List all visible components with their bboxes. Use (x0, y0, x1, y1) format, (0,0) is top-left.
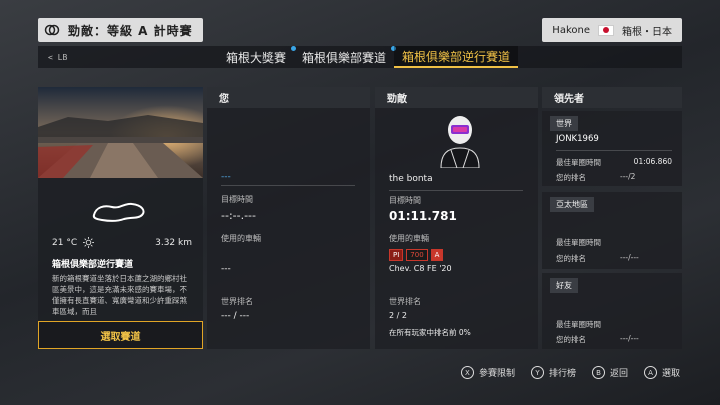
tab-label: 箱根俱樂部逆行賽道 (402, 49, 511, 64)
pi-label: PI (389, 249, 404, 261)
rival-world-rank-label: 世界排名 (389, 297, 421, 306)
track-tabs: < LB 箱根大獎賽 箱根俱樂部賽道 箱根俱樂部逆行賽道 (38, 46, 682, 68)
hint-label: 返回 (609, 369, 628, 379)
japan-flag-icon (598, 24, 614, 36)
asia-rank: ---/--- (620, 253, 639, 262)
leaderboard-friends[interactable]: 好友 最佳單圈時間 您的排名 ---/--- (542, 273, 682, 349)
top-bar: 勁敵：等級 A 計時賽 Hakone 箱根・日本 (38, 18, 682, 42)
world-label: 世界 (550, 116, 578, 131)
tab-hakone-club-reverse[interactable]: 箱根俱樂部逆行賽道 (394, 46, 519, 68)
you-car: --- (221, 264, 231, 274)
rival-header: 勁敵 (375, 87, 538, 108)
divider (221, 185, 355, 186)
you-car-label: 使用的車輛 (221, 234, 261, 243)
divider (556, 150, 672, 151)
hint-entry-restrictions[interactable]: X 參賽限制 (460, 366, 515, 379)
temperature: 21 °C (52, 237, 78, 248)
pi-value: 700 (406, 249, 428, 261)
world-rank-label: 您的排名 (556, 173, 586, 182)
you-header: 您 (207, 87, 370, 108)
world-best-lap-label: 最佳單圈時間 (556, 158, 601, 167)
rival-car: Chev. C8 FE '20 (389, 264, 452, 273)
asia-rank-label: 您的排名 (556, 254, 586, 263)
leaderboard-world[interactable]: 世界 JONK1969 最佳單圈時間 01:06.860 您的排名 ---/2 (542, 111, 682, 186)
hint-leaderboard[interactable]: Y 排行榜 (530, 366, 576, 379)
y-button-icon: Y (530, 366, 544, 379)
sun-icon (83, 237, 95, 248)
friends-best-lap-label: 最佳單圈時間 (556, 320, 601, 329)
world-best-lap: 01:06.860 (633, 157, 672, 166)
tab-hakone-club[interactable]: 箱根俱樂部賽道 (294, 46, 397, 68)
hint-label: 選取 (661, 369, 680, 379)
track-length: 3.32 km (155, 237, 192, 248)
you-player-name: --- (221, 172, 231, 182)
leaderboard-asia[interactable]: 亞太地區 最佳單圈時間 您的排名 ---/--- (542, 192, 682, 269)
world-rank: ---/2 (620, 172, 636, 181)
divider (389, 190, 523, 191)
leaders-panel-header: 領先者 (542, 87, 682, 108)
you-world-rank-label: 世界排名 (221, 297, 253, 306)
you-target-time: --:--.--- (221, 209, 256, 222)
car-class-badge: PI 700 A (389, 249, 444, 261)
a-button-icon: A (643, 366, 657, 379)
you-world-rank: --- / --- (221, 311, 250, 321)
tab-hakone-gp[interactable]: 箱根大獎賽 (218, 46, 297, 68)
location-box: Hakone 箱根・日本 (542, 18, 682, 42)
friends-rank: ---/--- (620, 334, 639, 343)
you-target-time-label: 目標時間 (221, 195, 253, 204)
rival-percentile: 在所有玩家中排名前 0% (389, 328, 471, 337)
weather-row: 21 °C 3.32 km (52, 237, 192, 248)
asia-best-lap-label: 最佳單圈時間 (556, 238, 601, 247)
x-button-icon: X (460, 366, 474, 379)
track-panel: 21 °C 3.32 km 箱根俱樂部逆行賽道 新的箱根賽道坐落於日本蘆之湖的鄉… (38, 87, 203, 349)
tab-label: 箱根大獎賽 (226, 50, 287, 65)
rival-target-time-label: 目標時間 (389, 196, 421, 205)
track-map-icon (92, 202, 145, 222)
track-preview-image (38, 87, 203, 178)
leaders-header: 領先者 (542, 87, 682, 108)
rival-player-name: the bonta (389, 174, 433, 184)
rival-car-label: 使用的車輛 (389, 234, 429, 243)
tab-label: 箱根俱樂部賽道 (302, 50, 387, 65)
you-panel: 您 --- 目標時間 --:--.--- 使用的車輛 --- 世界排名 --- … (207, 87, 370, 349)
rival-icon (44, 24, 60, 36)
lb-bumper-hint[interactable]: < LB (48, 53, 218, 62)
hint-label: 排行榜 (548, 369, 576, 379)
track-name: 箱根俱樂部逆行賽道 (52, 260, 134, 270)
track-description: 新的箱根賽道坐落於日本蘆之湖的鄉村社區美景中，這是充滿未來感的賽車場，不僅擁有長… (52, 274, 187, 316)
hint-back[interactable]: B 返回 (591, 366, 628, 379)
world-leader-gamertag: JONK1969 (556, 134, 599, 144)
asia-label: 亞太地區 (550, 197, 594, 212)
hint-select[interactable]: A 選取 (643, 366, 680, 379)
button-hints: X 參賽限制 Y 排行榜 B 返回 A 選取 (460, 366, 680, 379)
rival-panel: 勁敵 the bonta 目標時間 01:11.781 使用的車輛 PI 700… (375, 87, 538, 349)
select-track-button[interactable]: 選取賽道 (38, 321, 203, 349)
rival-avatar (440, 116, 480, 168)
hint-label: 參賽限制 (478, 369, 515, 379)
rival-target-time: 01:11.781 (389, 209, 457, 223)
event-title-box: 勁敵：等級 A 計時賽 (38, 18, 203, 42)
car-class: A (430, 249, 444, 261)
friends-label: 好友 (550, 278, 578, 293)
friends-rank-label: 您的排名 (556, 335, 586, 344)
location-short: Hakone (552, 24, 590, 36)
rival-world-rank: 2 / 2 (389, 311, 407, 320)
location-full: 箱根・日本 (622, 26, 672, 38)
b-button-icon: B (591, 366, 605, 379)
event-title: 勁敵：等級 A 計時賽 (68, 23, 193, 38)
